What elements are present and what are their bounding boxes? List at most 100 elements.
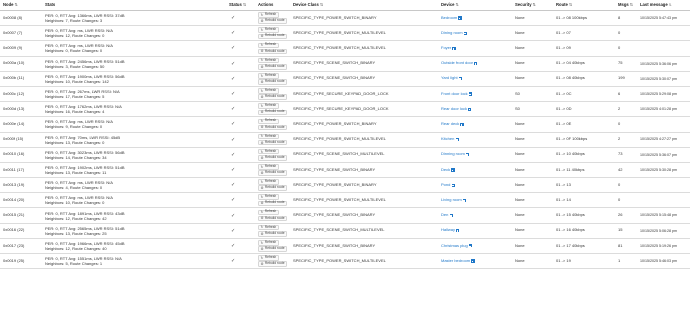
device-class: SPECIFIC_TYPE_SCENE_SWITCH_BINARY — [293, 208, 438, 222]
refresh-button[interactable]: ↻ Refresh — [258, 255, 279, 261]
security-text: None — [515, 257, 525, 263]
device-link[interactable]: Dining room — [441, 30, 467, 36]
refresh-button[interactable]: ↻ Refresh — [258, 194, 279, 201]
sort-arrows-icon[interactable]: ⇅ — [630, 2, 634, 7]
refresh-button[interactable]: ↻ Refresh — [258, 179, 279, 185]
rebuild-label: Rebuild route — [264, 230, 285, 235]
refresh-icon: ↻ — [260, 43, 264, 48]
refresh-icon: ↻ — [260, 225, 264, 230]
column-header-status[interactable]: Status ⇅ — [229, 0, 253, 10]
sort-arrows-icon[interactable]: ⇅ — [669, 3, 672, 7]
device-link[interactable]: Outside front door — [441, 60, 478, 66]
device-link[interactable]: Den — [441, 212, 453, 218]
device-link[interactable]: Dinning room — [441, 152, 470, 157]
refresh-icon: ↻ — [260, 255, 264, 260]
device-link[interactable]: Foyer — [441, 45, 456, 51]
device-class: SPECIFIC_TYPE_POWER_SWITCH_MULTILEVEL — [293, 41, 438, 55]
refresh-label: Refresh — [264, 179, 277, 184]
external-link-icon — [460, 122, 464, 126]
refresh-button[interactable]: ↻ Refresh — [258, 88, 279, 94]
refresh-button[interactable]: ↻ Refresh — [258, 42, 279, 49]
refresh-button[interactable]: ↻ Refresh — [258, 27, 279, 33]
rebuild-route-button[interactable]: ⚙ Rebuild route — [258, 170, 288, 176]
column-header-route[interactable]: Route ⇅ — [556, 0, 616, 10]
refresh-button[interactable]: ↻ Refresh — [258, 225, 279, 231]
refresh-label: Refresh — [264, 133, 277, 138]
sort-arrows-icon[interactable]: ⇅ — [243, 2, 247, 7]
rebuild-route-button[interactable]: ⚙ Rebuild route — [258, 94, 288, 100]
last-message — [640, 178, 690, 192]
column-header-security[interactable]: Security ⇅ — [515, 0, 553, 10]
rebuild-route-button[interactable]: ⚙ Rebuild route — [258, 230, 288, 237]
refresh-button[interactable]: ↻ Refresh — [258, 149, 279, 155]
external-link-icon — [458, 77, 462, 81]
rebuild-route-button[interactable]: ⚙ Rebuild route — [258, 79, 288, 85]
refresh-icon: ↻ — [260, 103, 264, 108]
security: None — [515, 26, 553, 40]
refresh-button[interactable]: ↻ Refresh — [258, 58, 279, 64]
node-stats: PER: 0, RTT Avg: 2565ms, LWR RSSI: 51dB N… — [45, 224, 225, 238]
msgs: 2 — [618, 102, 640, 116]
device-link[interactable]: Rear door lock — [441, 106, 472, 112]
security: None — [515, 254, 553, 268]
refresh-button[interactable]: ↻ Refresh — [258, 134, 279, 140]
node-stats: PER: 0, RTT Avg: 1900ms, LWR RSSI: 56dB N… — [45, 72, 225, 86]
refresh-button[interactable]: ↻ Refresh — [258, 103, 279, 109]
rebuild-route-button[interactable]: ⚙ Rebuild route — [258, 48, 288, 55]
device-link[interactable]: Rear deck — [441, 121, 464, 127]
sort-arrows-icon[interactable]: ⇅ — [569, 2, 573, 7]
table-row: 0x0013 (19) PER: 0, RTT Avg: ms, LWR RSSI… — [0, 178, 690, 194]
rebuild-route-button[interactable]: ⚙ Rebuild route — [258, 140, 288, 146]
device-link[interactable]: Bedroom — [441, 15, 462, 21]
device-link[interactable]: Hallway — [441, 228, 460, 233]
rebuild-route-button[interactable]: ⚙ Rebuild route — [258, 216, 288, 222]
rebuild-route-button[interactable]: ⚙ Rebuild route — [258, 246, 288, 252]
device-link[interactable]: Front door lock — [441, 91, 473, 97]
device-name: Master bedroom — [441, 257, 471, 263]
column-header-device[interactable]: Device ⇅ — [441, 0, 513, 10]
sort-arrows-icon[interactable]: ⇅ — [533, 2, 537, 7]
refresh-button[interactable]: ↻ Refresh — [258, 210, 279, 216]
device: Master bedroom — [441, 254, 513, 268]
refresh-button[interactable]: ↻ Refresh — [258, 118, 279, 125]
device-name: Pond — [441, 181, 451, 187]
rebuild-route-button[interactable]: ⚙ Rebuild route — [258, 18, 288, 24]
column-header-device-class[interactable]: Device Class ⇅ — [293, 0, 438, 10]
device-link[interactable]: Master bedroom — [441, 257, 475, 264]
refresh-button[interactable]: ↻ Refresh — [258, 73, 279, 79]
msgs: 0 — [618, 117, 640, 131]
external-link-icon — [468, 107, 472, 111]
device-class: SPECIFIC_TYPE_POWER_SWITCH_BINARY — [293, 178, 438, 192]
security: None — [515, 72, 553, 86]
device-link[interactable]: Living room — [441, 197, 467, 203]
refresh-icon: ↻ — [260, 164, 264, 169]
sort-arrows-icon[interactable]: ⇅ — [456, 2, 460, 7]
device-link[interactable]: Christmas plug — [441, 243, 473, 249]
refresh-button[interactable]: ↻ Refresh — [258, 12, 279, 18]
column-header-msgs[interactable]: Msgs ⇅ — [618, 0, 640, 10]
rebuild-route-button[interactable]: ⚙ Rebuild route — [258, 201, 288, 207]
rebuild-label: Rebuild route — [264, 48, 285, 53]
last-message — [640, 117, 690, 131]
column-header-last-message[interactable]: Last message ⇅ — [640, 0, 690, 10]
sort-arrows-icon[interactable]: ⇅ — [320, 2, 324, 7]
refresh-button[interactable]: ↻ Refresh — [258, 240, 279, 246]
rebuild-route-button[interactable]: ⚙ Rebuild route — [258, 185, 288, 192]
device-link[interactable]: Pond — [441, 181, 455, 188]
sort-arrows-icon[interactable]: ⇅ — [14, 2, 18, 7]
rebuild-route-button[interactable]: ⚙ Rebuild route — [258, 125, 288, 131]
device-link[interactable]: Yard light — [441, 76, 462, 81]
rebuild-route-button[interactable]: ⚙ Rebuild route — [258, 155, 288, 161]
column-header-node[interactable]: Node ⇅ — [3, 0, 43, 10]
security-text: None — [515, 166, 525, 172]
rebuild-label: Rebuild route — [264, 63, 285, 68]
device-link[interactable]: Deck — [441, 167, 455, 173]
rebuild-route-button[interactable]: ⚙ Rebuild route — [258, 109, 288, 116]
rebuild-route-button[interactable]: ⚙ Rebuild route — [258, 63, 288, 70]
route: 01 -> 08 100kbps — [556, 11, 616, 25]
security: S0 — [515, 87, 553, 101]
refresh-button[interactable]: ↻ Refresh — [258, 164, 279, 170]
rebuild-route-button[interactable]: ⚙ Rebuild route — [258, 261, 288, 267]
device-link[interactable]: Kitchen — [441, 136, 459, 142]
rebuild-route-button[interactable]: ⚙ Rebuild route — [258, 33, 288, 40]
